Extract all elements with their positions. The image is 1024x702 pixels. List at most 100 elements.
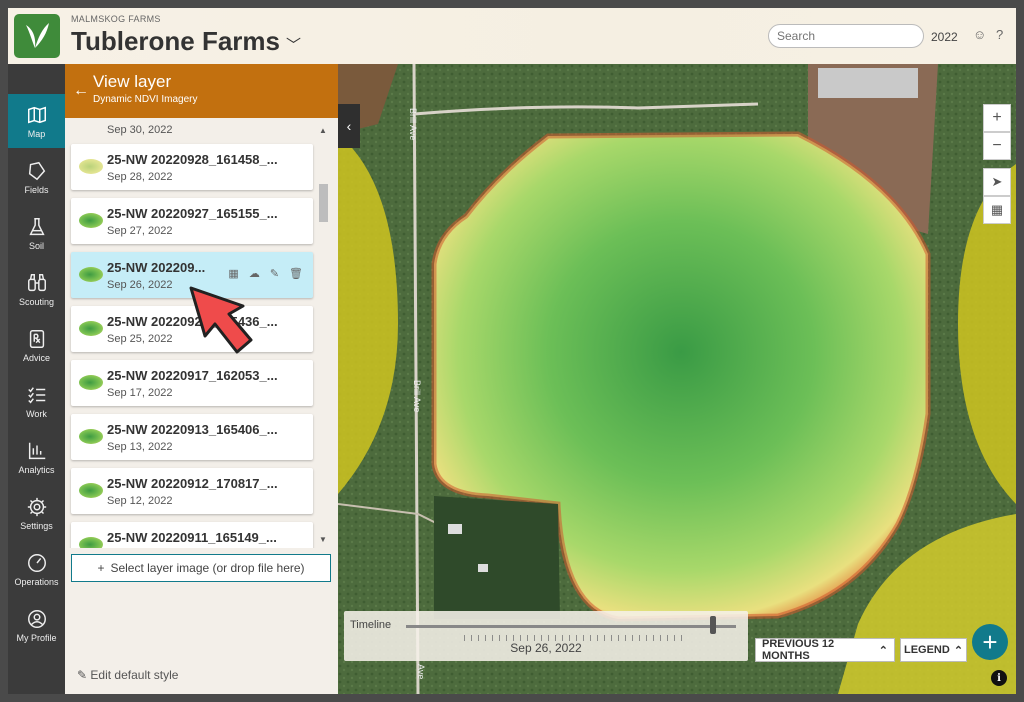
sidebar-item-label: Work	[26, 408, 47, 419]
sidebar-item-label: Soil	[28, 240, 44, 251]
sidebar-item-label: Settings	[20, 520, 53, 531]
timeline-handle[interactable]	[709, 616, 716, 634]
sidebar-item-label: Map	[27, 128, 46, 139]
red-arrow-cursor-icon	[189, 286, 253, 354]
layer-actions: ▦ ☁ ✎ 🗑	[228, 267, 303, 280]
panel-header: ← View layer Dynamic NDVI Imagery	[65, 64, 338, 118]
ndvi-thumbnail	[79, 537, 103, 548]
sidebar-item-fields[interactable]: Fields	[8, 150, 65, 204]
sidebar-item-map[interactable]: Map	[8, 94, 65, 148]
layer-name: 25-NW 20220928_161458_...	[107, 152, 278, 167]
collapse-panel-button[interactable]: ‹	[338, 104, 360, 148]
legend-label: LEGEND	[903, 644, 950, 656]
sidebar-item-work[interactable]: Work	[8, 374, 65, 428]
list-item[interactable]: 25-NW 20220917_162053_... Sep 17, 2022	[71, 360, 313, 406]
layer-name: 25-NW 20220911_165149_...	[107, 530, 277, 545]
list-item[interactable]: 25-NW 20220913_165406_... Sep 13, 2022	[71, 414, 313, 460]
layer-date: Sep 26, 2022	[107, 279, 173, 291]
binoculars-icon	[27, 273, 46, 291]
sidebar-item-label: My Profile	[16, 632, 57, 643]
chevron-up-icon: ⌃	[953, 644, 964, 657]
pencil-icon[interactable]: ✎	[270, 267, 279, 280]
sidebar-item-label: Operations	[14, 576, 59, 587]
road-label: Ave	[416, 664, 426, 680]
layer-date: Sep 17, 2022	[107, 387, 173, 399]
timeline-track[interactable]	[406, 625, 736, 628]
list-item[interactable]: 25-NW 20220928_161458_... Sep 28, 2022	[71, 144, 313, 190]
legend-button[interactable]: LEGEND ⌃	[900, 638, 967, 662]
sidebar-item-soil[interactable]: Soil	[8, 206, 65, 260]
farm-selector[interactable]: Tublerone Farms ﹀	[71, 26, 301, 57]
layer-date: Sep 25, 2022	[107, 333, 173, 345]
edit-default-style-link[interactable]: ✎ Edit default style	[77, 668, 178, 682]
add-fab-button[interactable]: +	[972, 624, 1008, 660]
ndvi-thumbnail	[79, 375, 103, 390]
download-cloud-icon[interactable]: ☁	[249, 267, 260, 280]
previous-12-months-button[interactable]: PREVIOUS 12 MONTHS ⌃	[755, 638, 895, 662]
ndvi-thumbnail	[79, 267, 103, 282]
list-item[interactable]: 25-NW 20220912_170817_... Sep 12, 2022	[71, 468, 313, 514]
scroll-up-arrow-icon[interactable]: ▲	[319, 126, 327, 135]
gear-icon	[27, 497, 46, 516]
zoom-in-button[interactable]: +	[983, 104, 1011, 132]
upload-label: Select layer image (or drop file here)	[110, 561, 305, 575]
list-item[interactable]: 25-NW 20220927_165155_... Sep 27, 2022	[71, 198, 313, 244]
map-view[interactable]: ‹ Brill Ave Brill Ave Ave + − ➤ ▦ Timeli…	[338, 64, 1016, 694]
sidebar-item-label: Scouting	[18, 296, 55, 307]
chart-icon	[28, 442, 45, 459]
timeline-label: Timeline	[350, 619, 392, 631]
sidebar-item-label: Analytics	[18, 464, 55, 475]
layer-name: 25-NW 20220913_165406_...	[107, 422, 278, 437]
layer-date: Sep 28, 2022	[107, 171, 173, 183]
layers-grid-icon[interactable]: ▦	[983, 196, 1011, 224]
leaf-logo-icon	[26, 23, 49, 48]
year-selector[interactable]: 2022	[931, 30, 958, 44]
layer-date: Sep 12, 2022	[107, 495, 173, 507]
scrollbar-thumb[interactable]	[319, 184, 328, 222]
layer-name: 25-NW 20220917_162053_...	[107, 368, 278, 383]
fields-icon	[28, 161, 45, 180]
timeline[interactable]: Timeline Sep 26, 2022	[344, 611, 748, 661]
flask-icon	[28, 217, 45, 235]
layer-panel: ← View layer Dynamic NDVI Imagery Sep 30…	[65, 64, 338, 694]
sidebar-item-my-profile[interactable]: My Profile	[8, 598, 65, 652]
sidebar-item-label: Advice	[22, 352, 50, 363]
map-icon	[27, 106, 46, 123]
trash-icon[interactable]: 🗑	[289, 267, 303, 280]
layer-name: 25-NW 20220927_165155_...	[107, 206, 278, 221]
sidebar-item-analytics[interactable]: Analytics	[8, 430, 65, 484]
panel-subtitle: Dynamic NDVI Imagery	[93, 94, 198, 105]
grid-icon[interactable]: ▦	[228, 267, 238, 280]
back-arrow-icon[interactable]: ←	[73, 82, 89, 100]
feedback-smiley-icon[interactable]: ☺	[973, 27, 986, 42]
top-bar: MALMSKOG FARMS Tublerone Farms ﹀ 2022 ☺ …	[8, 8, 1016, 64]
sidebar-item-advice[interactable]: Advice	[8, 318, 65, 372]
ndvi-thumbnail	[79, 321, 103, 336]
partial-item-date: Sep 30, 2022	[107, 124, 173, 136]
sidebar-item-label: Fields	[24, 184, 49, 195]
previous-12-months-label: PREVIOUS 12 MONTHS	[762, 638, 835, 662]
edit-style-label: Edit default style	[90, 668, 179, 682]
list-item[interactable]: 25-NW 20220911_165149_...	[71, 522, 313, 548]
search-input[interactable]	[768, 24, 924, 48]
help-icon[interactable]: ?	[996, 27, 1003, 42]
chevron-up-icon: ⌃	[878, 644, 888, 657]
checklist-icon	[27, 386, 45, 403]
locate-arrow-icon[interactable]: ➤	[983, 168, 1011, 196]
sidebar-item-scouting[interactable]: Scouting	[8, 262, 65, 316]
scrollbar[interactable]: ▲ ▼	[317, 126, 328, 544]
sidebar-item-settings[interactable]: Settings	[8, 486, 65, 540]
panel-title: View layer	[93, 72, 172, 91]
ndvi-thumbnail	[79, 483, 103, 498]
info-icon[interactable]: i	[991, 670, 1007, 686]
scroll-down-arrow-icon[interactable]: ▼	[319, 535, 327, 544]
zoom-out-button[interactable]: −	[983, 132, 1011, 160]
upload-layer-button[interactable]: + Select layer image (or drop file here)	[71, 554, 331, 582]
sidebar-item-operations[interactable]: Operations	[8, 542, 65, 596]
prescription-icon	[29, 329, 44, 348]
ndvi-thumbnail	[79, 213, 103, 228]
app-logo[interactable]	[14, 14, 60, 58]
app-window: MALMSKOG FARMS Tublerone Farms ﹀ 2022 ☺ …	[8, 8, 1016, 694]
timeline-date: Sep 26, 2022	[510, 641, 582, 655]
ndvi-thumbnail	[79, 159, 103, 174]
